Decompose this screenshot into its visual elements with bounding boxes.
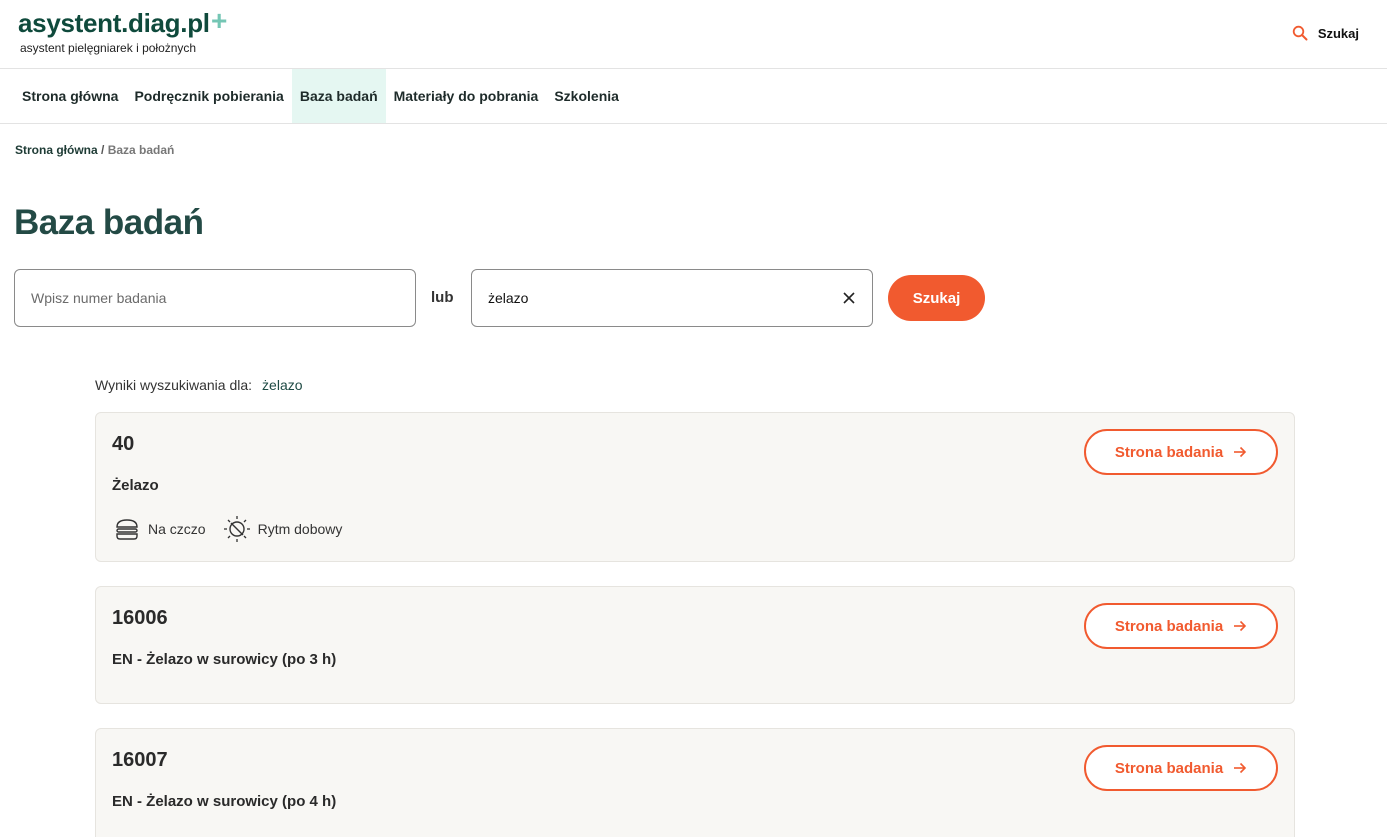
breadcrumb-current: Baza badań bbox=[107, 143, 175, 157]
nav-item-downloads[interactable]: Materiały do pobrania bbox=[386, 69, 547, 123]
results-query: żelazo bbox=[262, 377, 303, 393]
sun-clock-icon bbox=[223, 516, 250, 542]
logo[interactable]: asystent.diag.pl bbox=[18, 8, 210, 39]
test-number: 40 bbox=[112, 433, 135, 455]
logo-plus-icon: + bbox=[211, 5, 228, 36]
logo-tagline: asystent pielęgniarek i położnych bbox=[20, 41, 197, 55]
test-page-button-label: Strona badania bbox=[1114, 759, 1224, 777]
header-search-label: Szukaj bbox=[1317, 25, 1359, 41]
result-card: 40 Żelazo Strona badania Na czczo Rytm d… bbox=[95, 412, 1295, 562]
tag-label: Na czczo bbox=[148, 521, 206, 537]
result-card: 16007 EN - Żelazo w surowicy (po 4 h) St… bbox=[95, 728, 1295, 837]
test-name: EN - Żelazo w surowicy (po 3 h) bbox=[112, 651, 337, 668]
test-number: 16006 bbox=[112, 607, 168, 629]
test-tags: Na czczo Rytm dobowy bbox=[112, 514, 342, 544]
test-number-placeholder: Wpisz numer badania bbox=[31, 290, 167, 306]
test-name-input[interactable]: żelazo bbox=[471, 269, 873, 327]
site-header: asystent.diag.pl + asystent pielęgniarek… bbox=[0, 0, 1387, 69]
nav-item-home[interactable]: Strona główna bbox=[14, 69, 126, 123]
nav-item-handbook[interactable]: Podręcznik pobierania bbox=[126, 69, 291, 123]
breadcrumb: Strona główna / Baza badań bbox=[15, 143, 174, 157]
tag-fasting: Na czczo bbox=[112, 514, 206, 544]
tag-label: Rytm dobowy bbox=[257, 521, 343, 537]
test-page-button[interactable]: Strona badania bbox=[1084, 429, 1278, 475]
search-icon bbox=[1292, 25, 1308, 41]
main-nav: Strona główna Podręcznik pobierania Baza… bbox=[0, 69, 1387, 124]
results-label: Wyniki wyszukiwania dla: bbox=[95, 377, 253, 393]
burger-icon bbox=[116, 519, 138, 540]
test-page-button-label: Strona badania bbox=[1114, 443, 1224, 461]
test-name-value: żelazo bbox=[488, 290, 529, 306]
breadcrumb-separator: / bbox=[97, 143, 108, 157]
clear-icon[interactable] bbox=[842, 291, 856, 305]
nav-item-trainings[interactable]: Szkolenia bbox=[546, 69, 627, 123]
test-page-button[interactable]: Strona badania bbox=[1084, 745, 1278, 791]
search-button[interactable]: Szukaj bbox=[888, 275, 985, 321]
arrow-right-icon bbox=[1234, 620, 1247, 632]
results-heading: Wyniki wyszukiwania dla: żelazo bbox=[95, 377, 303, 393]
breadcrumb-home[interactable]: Strona główna bbox=[15, 143, 98, 157]
or-label: lub bbox=[431, 289, 454, 306]
test-number: 16007 bbox=[112, 749, 168, 771]
test-name: Żelazo bbox=[112, 477, 159, 494]
test-name: EN - Żelazo w surowicy (po 4 h) bbox=[112, 793, 337, 810]
result-card: 16006 EN - Żelazo w surowicy (po 3 h) St… bbox=[95, 586, 1295, 704]
page-title: Baza badań bbox=[14, 203, 204, 242]
header-search-button[interactable]: Szukaj bbox=[1292, 25, 1359, 41]
arrow-right-icon bbox=[1234, 446, 1247, 458]
test-page-button-label: Strona badania bbox=[1114, 617, 1224, 635]
tag-circadian: Rytm dobowy bbox=[222, 514, 343, 544]
test-number-input[interactable]: Wpisz numer badania bbox=[14, 269, 416, 327]
test-page-button[interactable]: Strona badania bbox=[1084, 603, 1278, 649]
nav-item-test-database[interactable]: Baza badań bbox=[291, 69, 386, 123]
arrow-right-icon bbox=[1234, 762, 1247, 774]
